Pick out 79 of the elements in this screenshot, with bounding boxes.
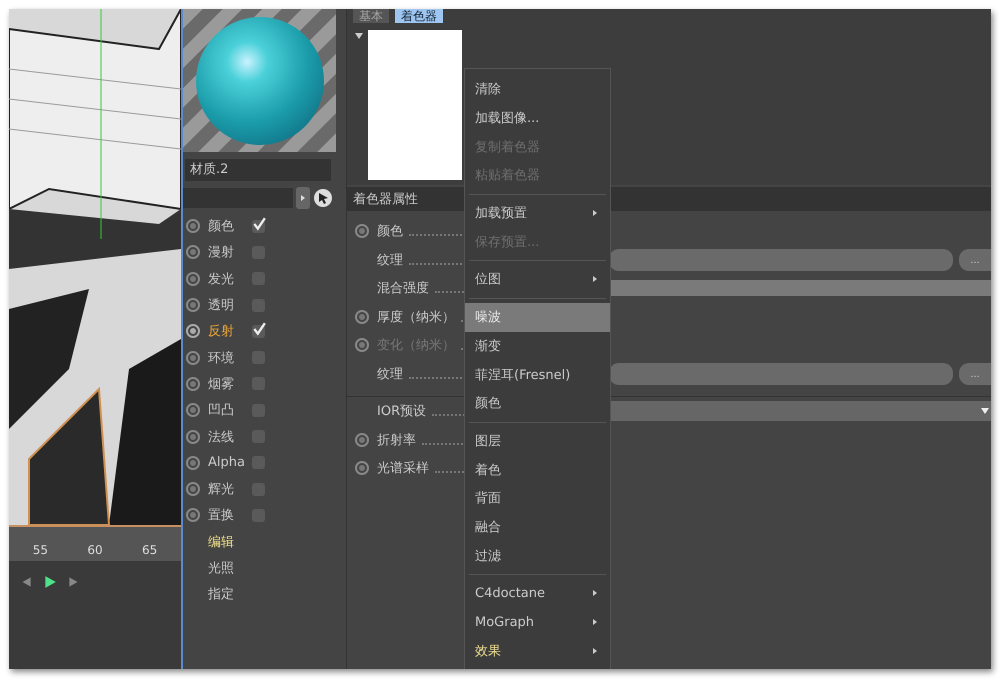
channel-label[interactable]: 辉光 [208, 480, 252, 498]
radio-button[interactable] [186, 219, 200, 234]
property-label: 光谱采样 [377, 460, 429, 478]
property-label: 混合强度 [377, 280, 429, 298]
tab[interactable]: 基本 [353, 9, 389, 23]
radio-button[interactable] [355, 310, 369, 324]
caret-icon [981, 408, 989, 414]
material-menu-item[interactable]: 编辑 [208, 532, 234, 551]
dropdown-field[interactable] [183, 188, 293, 208]
property-label: IOR预设 [377, 403, 426, 420]
radio-button[interactable] [355, 461, 369, 476]
channel-label[interactable]: 凹凸 [208, 401, 252, 420]
menu-item[interactable]: 加载预置 [465, 198, 610, 228]
channel-label[interactable]: Alpha [208, 455, 252, 470]
menu-item[interactable]: 颜色 [465, 388, 610, 418]
radio-button[interactable] [355, 432, 369, 447]
channel-label[interactable]: 反射 [208, 322, 252, 340]
frame-number: 65 [142, 543, 158, 557]
radio-button[interactable] [355, 224, 369, 238]
menu-item[interactable]: 融合 [465, 512, 610, 542]
menu-item[interactable]: 图层 [465, 426, 610, 456]
channel-checkbox[interactable] [252, 324, 265, 338]
section-title: 着色器属性 [353, 191, 418, 208]
property-label: 折射率 [377, 432, 416, 449]
texture-field[interactable] [609, 362, 953, 385]
menu-item[interactable]: 过滤 [465, 541, 610, 570]
menu-item[interactable]: 位图 [465, 265, 610, 294]
browse-button[interactable]: ... [959, 248, 991, 271]
play-icon[interactable] [43, 575, 57, 589]
menu-item[interactable]: 效果 [465, 636, 610, 666]
radio-button[interactable] [186, 482, 200, 496]
menu-item[interactable]: MoGraph [465, 608, 610, 636]
channel-label[interactable]: 环境 [208, 348, 252, 367]
channel-checkbox[interactable] [252, 220, 265, 233]
radio-button[interactable] [186, 403, 200, 418]
pointer-icon[interactable] [313, 188, 333, 208]
collapse-caret-icon[interactable] [355, 33, 363, 39]
browse-button[interactable]: ... [959, 362, 991, 385]
menu-item[interactable]: 噪波 [465, 302, 610, 332]
radio-button[interactable] [186, 298, 200, 312]
menu-item[interactable]: 加载图像... [465, 104, 610, 132]
channel-label[interactable]: 法线 [208, 428, 252, 446]
material-menu-item[interactable]: 指定 [208, 584, 234, 603]
frame-number: 60 [87, 543, 103, 557]
channel-label[interactable]: 发光 [208, 270, 252, 288]
property-label: 颜色 [377, 223, 403, 240]
radio-button[interactable] [186, 456, 200, 470]
property-label: 厚度（纳米） [377, 308, 455, 326]
channel-label[interactable]: 置换 [208, 506, 252, 524]
channel-label[interactable]: 漫射 [208, 243, 252, 262]
sphere-icon [196, 16, 324, 144]
channel-label[interactable]: 透明 [208, 296, 252, 314]
frame-number: 55 [32, 543, 48, 557]
dropdown-field[interactable] [609, 401, 991, 422]
property-label: 纹理 [377, 366, 403, 383]
channel-label[interactable]: 颜色 [208, 217, 252, 236]
tab[interactable]: 着色器 [395, 9, 443, 23]
property-label: 纹理 [377, 252, 403, 269]
dropdown-arrow-button[interactable] [296, 187, 310, 209]
menu-item[interactable]: 背面 [465, 484, 610, 513]
material-name-field[interactable]: 材质.2 [185, 159, 331, 181]
radio-button[interactable] [186, 430, 200, 444]
radio-button[interactable] [186, 350, 200, 365]
menu-item[interactable]: 菲涅耳(Fresnel) [465, 360, 610, 389]
radio-button[interactable] [186, 272, 200, 286]
menu-item[interactable]: C4doctane [465, 579, 610, 608]
channel-label[interactable]: 烟雾 [208, 374, 252, 393]
radio-button[interactable] [186, 245, 200, 260]
radio-button[interactable] [186, 508, 200, 522]
radio-button[interactable] [186, 376, 200, 391]
slider-bar[interactable] [609, 280, 991, 296]
timeline-ruler[interactable]: 55 60 65 [9, 525, 181, 561]
texture-field[interactable] [609, 248, 953, 271]
menu-item[interactable]: 着色 [465, 455, 610, 484]
radio-button[interactable] [186, 324, 200, 338]
menu-item[interactable]: 清除 [465, 75, 610, 104]
arrow-icon [300, 194, 306, 202]
menu-item[interactable]: 渐变 [465, 332, 610, 360]
material-menu-item[interactable]: 光照 [208, 558, 234, 577]
